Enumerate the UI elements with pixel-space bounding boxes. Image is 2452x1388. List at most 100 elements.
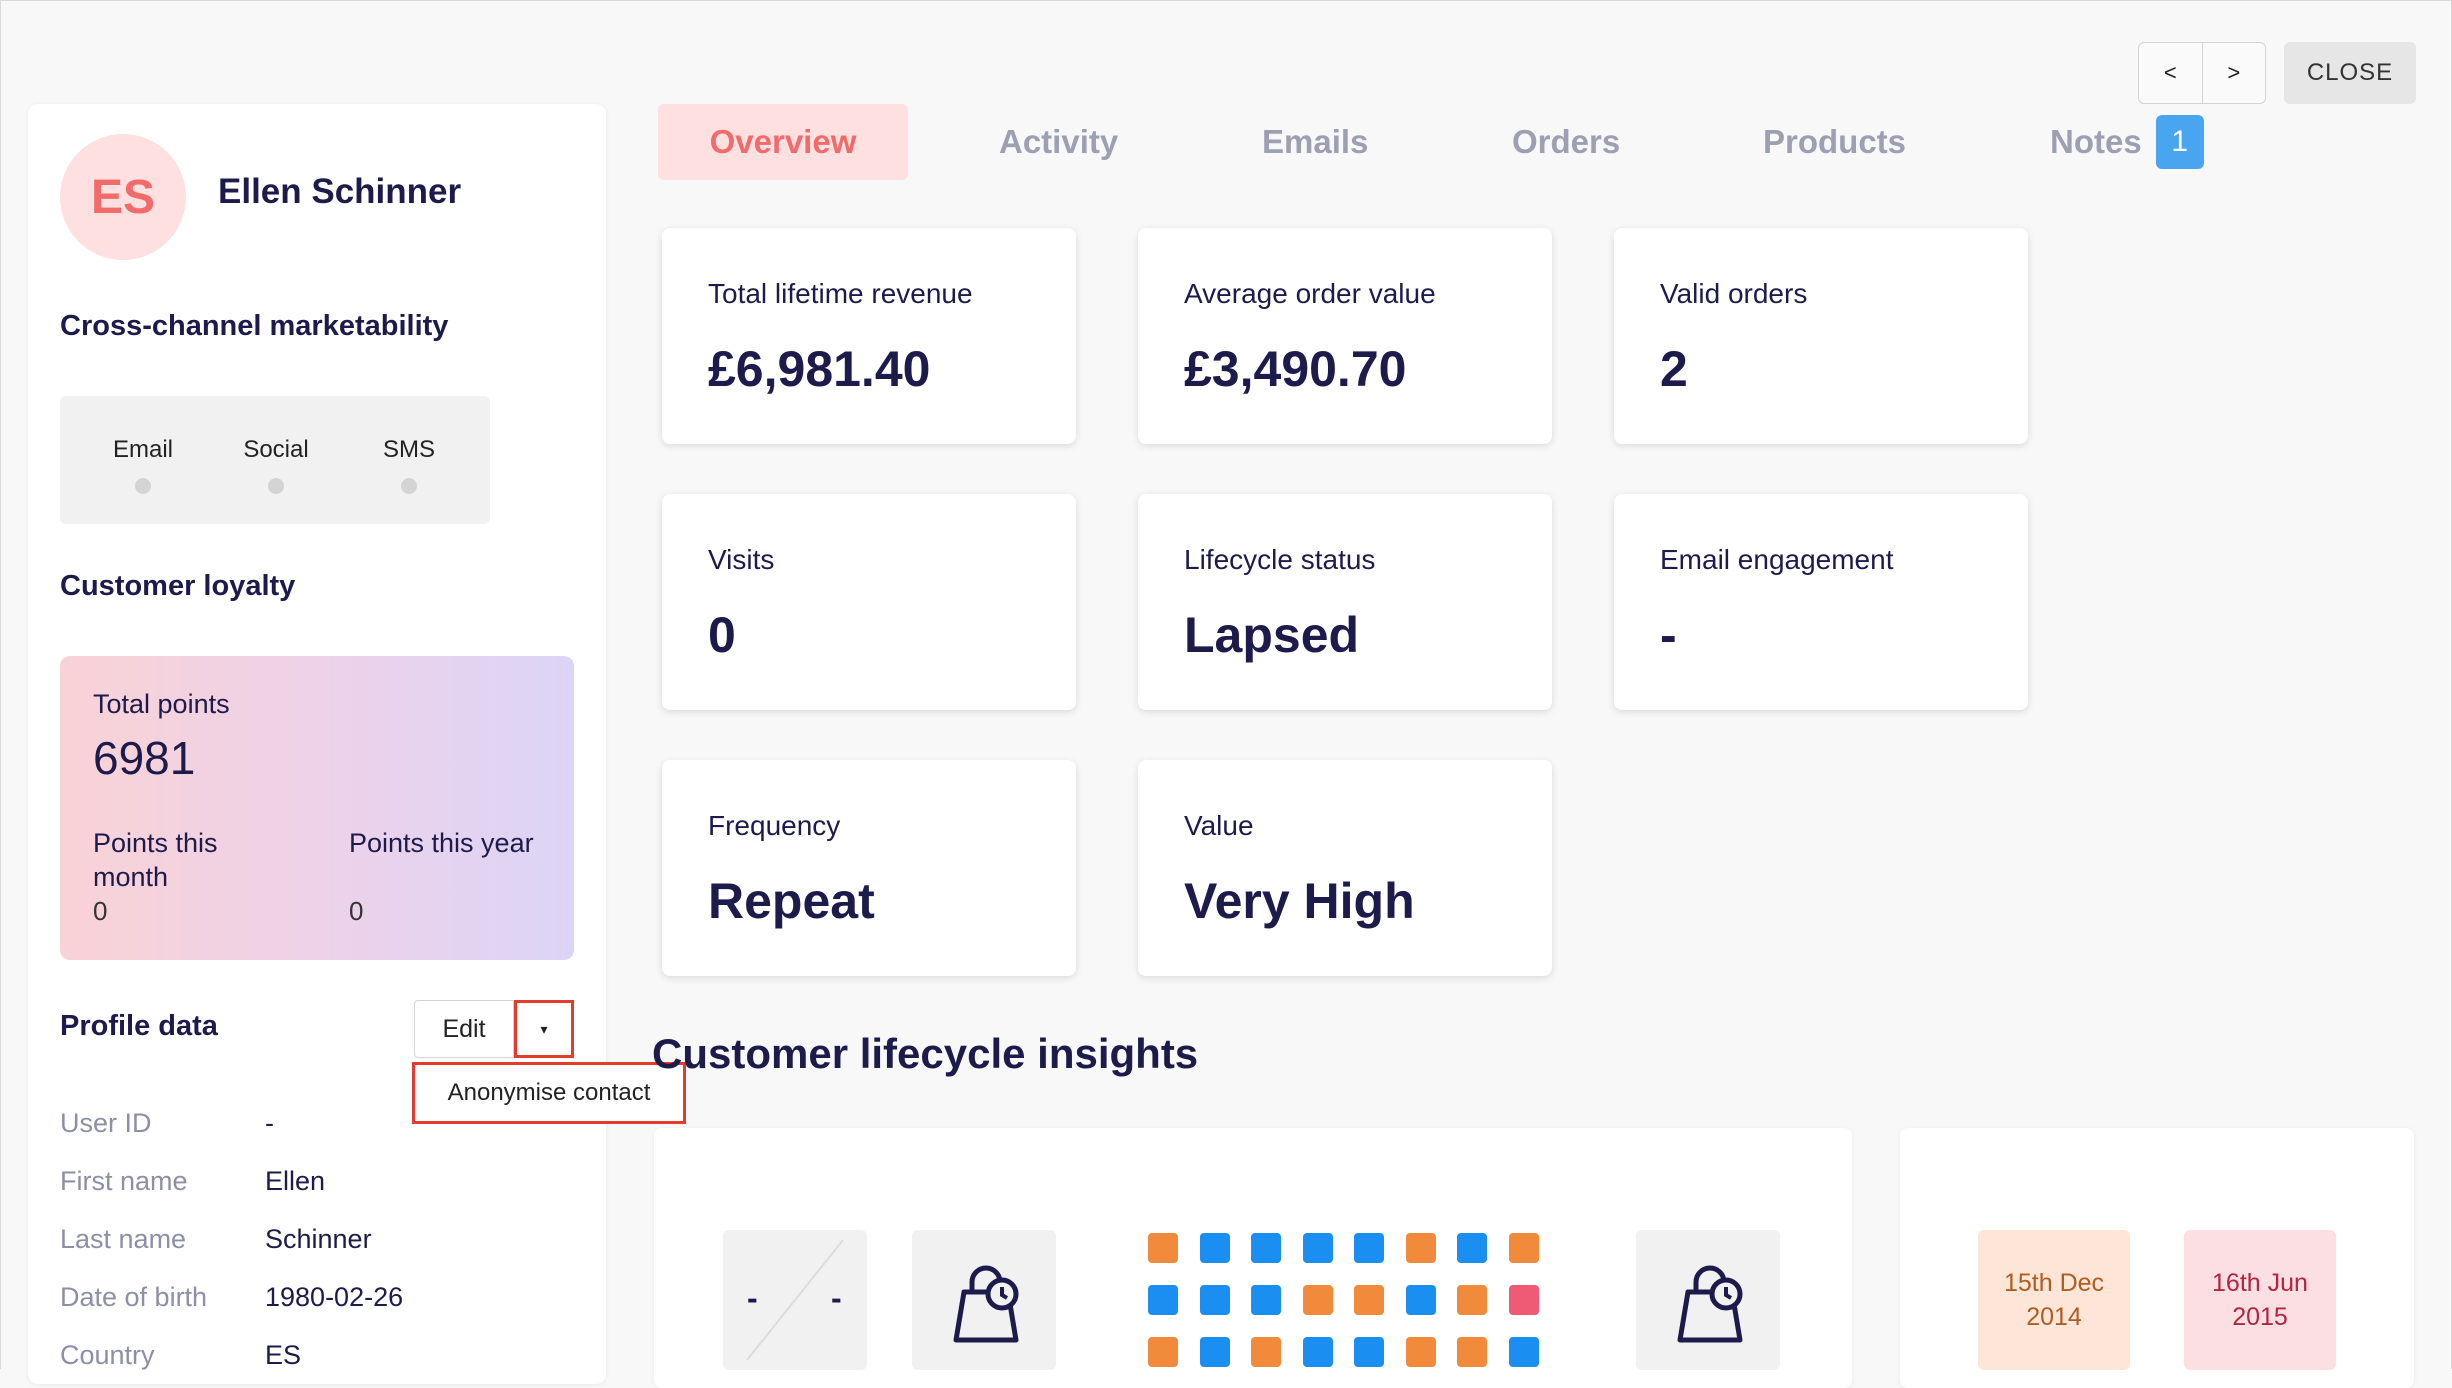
- activity-square: [1354, 1285, 1384, 1315]
- activity-square: [1508, 1337, 1539, 1367]
- activity-square: [1199, 1285, 1230, 1315]
- metric-card-frequency: Frequency Repeat: [662, 760, 1076, 976]
- metric-card-lifecycle-status: Lifecycle status Lapsed: [1138, 494, 1552, 710]
- insights-heading: Customer lifecycle insights: [652, 1030, 1199, 1077]
- metric-label: Valid orders: [1660, 278, 1808, 309]
- activity-square: [1251, 1233, 1281, 1263]
- activity-square: [1148, 1285, 1178, 1315]
- shopping-bag-clock-icon: [1677, 1265, 1743, 1343]
- channel-marketability: Email Social SMS: [60, 396, 490, 524]
- points-month-label: Points this month: [93, 828, 218, 892]
- activity-square: [1302, 1285, 1333, 1315]
- tab-emails[interactable]: Emails: [1262, 104, 1368, 180]
- activity-square: [1199, 1337, 1230, 1367]
- points-month-value: 0: [93, 896, 108, 926]
- metric-card-valid-orders: Valid orders 2: [1614, 228, 2028, 444]
- loyalty-heading: Customer loyalty: [60, 570, 296, 602]
- metric-card-email-engagement: Email engagement -: [1614, 494, 2028, 710]
- profile-value: 1980-02-26: [265, 1282, 404, 1312]
- metric-label: Email engagement: [1660, 544, 1894, 575]
- metric-value: £6,981.40: [708, 341, 931, 397]
- profile-key: Country: [60, 1340, 155, 1370]
- activity-square: [1405, 1337, 1436, 1367]
- metric-value: Very High: [1184, 873, 1415, 929]
- metric-label: Average order value: [1184, 278, 1436, 309]
- metric-card-average-order-value: Average order value £3,490.70: [1138, 228, 1552, 444]
- profile-value: -: [265, 1108, 274, 1138]
- notes-count-badge: 1: [2155, 115, 2204, 169]
- anonymise-contact-menu-item[interactable]: Anonymise contact: [412, 1062, 686, 1124]
- tab-activity[interactable]: Activity: [999, 104, 1118, 180]
- edit-button-group: Edit ▾: [414, 1000, 574, 1058]
- previous-button[interactable]: <: [2139, 43, 2203, 103]
- metric-value: -: [1660, 607, 1677, 663]
- channel-sms: SMS: [359, 436, 459, 494]
- activity-square: [1251, 1337, 1281, 1367]
- marketability-heading: Cross-channel marketability: [60, 310, 449, 342]
- close-button[interactable]: CLOSE: [2284, 42, 2416, 104]
- profile-key: User ID: [60, 1108, 152, 1138]
- record-pager: < >: [2138, 42, 2266, 104]
- tab-notes[interactable]: Notes 1: [2050, 104, 2204, 180]
- activity-square: [1405, 1285, 1436, 1315]
- metric-value: £3,490.70: [1184, 341, 1407, 397]
- activity-square: [1457, 1285, 1487, 1315]
- metric-card-value: Value Very High: [1138, 760, 1552, 976]
- activity-square: [1457, 1233, 1487, 1263]
- metric-label: Visits: [708, 544, 775, 575]
- activity-square: [1148, 1233, 1178, 1263]
- metric-value: 2: [1660, 341, 1688, 397]
- profile-value: ES: [265, 1340, 302, 1370]
- channel-email: Email: [93, 436, 193, 494]
- points-year-label: Points this year: [349, 828, 534, 858]
- activity-square: [1251, 1285, 1281, 1315]
- metric-label: Total lifetime revenue: [708, 278, 973, 309]
- metric-label: Frequency: [708, 810, 841, 841]
- profile-key: First name: [60, 1166, 188, 1196]
- edit-button[interactable]: Edit: [414, 1000, 514, 1058]
- activity-square: [1148, 1337, 1178, 1367]
- tab-products[interactable]: Products: [1763, 104, 1906, 180]
- activity-square: [1457, 1337, 1487, 1367]
- activity-square: [1508, 1285, 1539, 1315]
- activity-square: [1302, 1337, 1333, 1367]
- activity-square: [1302, 1233, 1333, 1263]
- avatar: ES: [60, 134, 186, 260]
- channel-label: SMS: [382, 436, 435, 463]
- last-order-icon-box: [1636, 1230, 1780, 1370]
- caret-down-icon[interactable]: ▾: [514, 1000, 574, 1058]
- profile-value: Ellen: [265, 1166, 326, 1196]
- order-dates-panel: 15th Dec 2014 16th Jun 2015: [1900, 1128, 2414, 1388]
- activity-square: [1508, 1233, 1539, 1263]
- total-points-value: 6981: [93, 732, 196, 784]
- channel-status-dot: [135, 478, 151, 494]
- profile-key: Date of birth: [60, 1282, 208, 1312]
- metric-value: Lapsed: [1184, 607, 1360, 663]
- tab-overview[interactable]: Overview: [658, 104, 908, 180]
- activity-square: [1354, 1233, 1384, 1263]
- next-button[interactable]: >: [2203, 43, 2266, 103]
- placeholder-left: -: [747, 1280, 758, 1316]
- channel-label: Social: [243, 436, 309, 463]
- channel-social: Social: [226, 436, 326, 494]
- metric-card-lifetime-revenue: Total lifetime revenue £6,981.40: [662, 228, 1076, 444]
- loyalty-card: Total points 6981 Points this month 0 Po…: [60, 656, 574, 960]
- activity-square: [1199, 1233, 1230, 1263]
- total-points-label: Total points: [93, 689, 230, 719]
- metric-card-visits: Visits 0: [662, 494, 1076, 710]
- divider-line: [746, 1239, 844, 1361]
- channel-label: Email: [112, 436, 173, 463]
- placeholder-box: - -: [723, 1230, 867, 1370]
- channel-status-dot: [401, 478, 417, 494]
- tab-notes-label: Notes: [2050, 123, 2142, 160]
- profile-key: Last name: [60, 1224, 187, 1254]
- channel-status-dot: [268, 478, 284, 494]
- contact-name: Ellen Schinner: [218, 172, 462, 211]
- metric-label: Lifecycle status: [1184, 544, 1376, 575]
- tab-orders[interactable]: Orders: [1512, 104, 1620, 180]
- contact-sidebar: ES Ellen Schinner Cross-channel marketab…: [28, 104, 686, 1384]
- first-order-date: 15th Dec 2014: [1978, 1230, 2130, 1370]
- metric-value: Repeat: [708, 873, 875, 929]
- activity-square: [1354, 1337, 1384, 1367]
- lifecycle-timeline-panel: - -: [654, 1128, 1852, 1388]
